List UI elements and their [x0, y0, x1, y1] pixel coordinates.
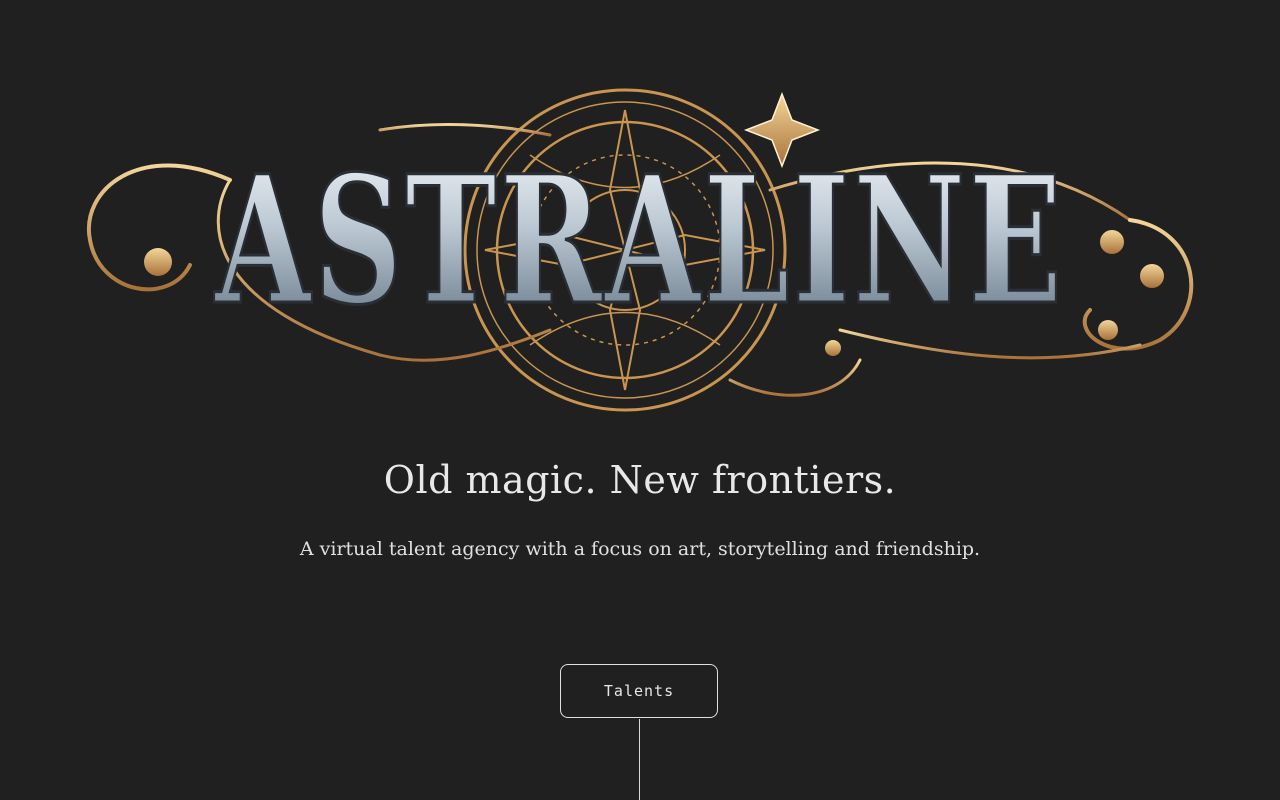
hero-description: A virtual talent agency with a focus on … [299, 538, 981, 560]
hero-tagline: Old magic. New frontiers. [383, 458, 897, 502]
logo-artwork: ASTRALINE [86, 88, 1194, 412]
logo-wordmark: ASTRALINE [214, 137, 1065, 344]
talents-button[interactable]: Talents [560, 664, 718, 718]
astraline-logo: ASTRALINE [80, 80, 1205, 425]
connector-line [639, 719, 640, 800]
